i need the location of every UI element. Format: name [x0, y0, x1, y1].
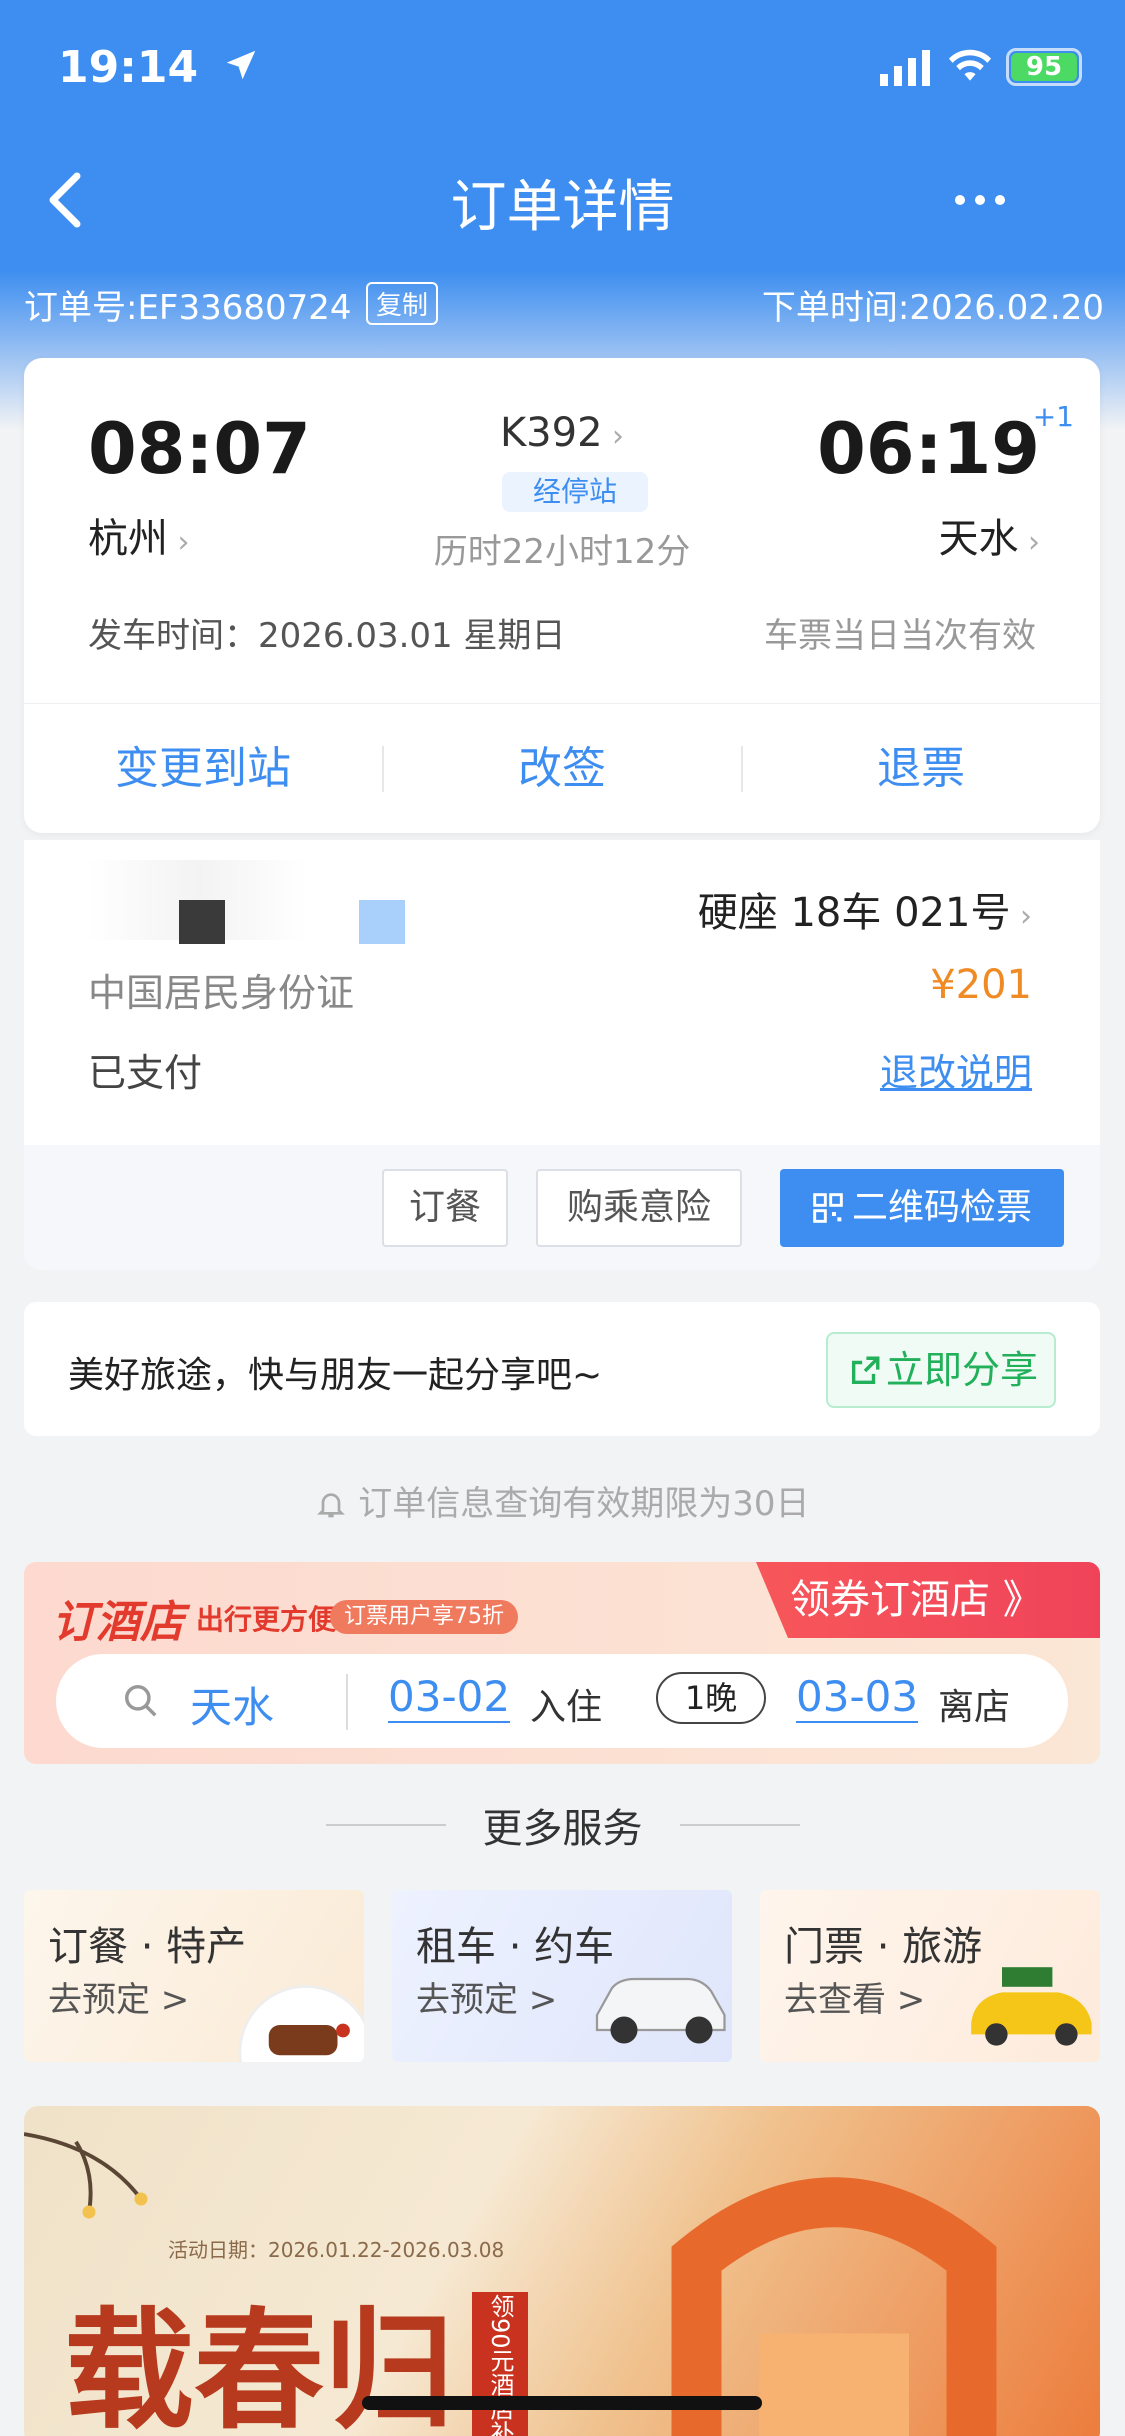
qr-check-in-label: 二维码检票 [851, 1187, 1032, 1228]
bell-icon [317, 1493, 346, 1518]
hotel-booking-widget: 订酒店 出行更方便 订票用户享75折 领券订酒店 》 天水 03-02 入住 1… [24, 1562, 1100, 1764]
share-text: 美好旅途，快与朋友一起分享吧~ [68, 1355, 603, 1396]
passenger-card: 硬座 18车 021号 › 中国居民身份证 ¥201 已支付 退改说明 订餐 购… [24, 840, 1100, 1270]
share-card: 美好旅途，快与朋友一起分享吧~ 立即分享 [24, 1302, 1100, 1436]
cellular-signal-icon [880, 50, 930, 86]
share-button-label: 立即分享 [885, 1348, 1038, 1392]
share-button[interactable]: 立即分享 [826, 1332, 1056, 1408]
hotel-slogan: 出行更方便 [196, 1603, 337, 1636]
hotel-coupon-button[interactable]: 领券订酒店 》 [756, 1562, 1100, 1638]
banner-headline: 载春归 [64, 2294, 455, 2436]
service-link: 去查看 > [784, 1980, 926, 2020]
ticket-validity: 车票当日当次有效 [764, 616, 1036, 656]
seat-info-label: 硬座 18车 021号 [697, 890, 1011, 936]
status-bar: 19:14 95 [0, 0, 1125, 130]
redacted-block [359, 900, 405, 944]
travel-car-icon [971, 1967, 1092, 2046]
divider [680, 1824, 800, 1826]
stops-button[interactable]: 经停站 [502, 472, 648, 512]
banner-date: 活动日期：2026.01.22-2026.03.08 [168, 2238, 505, 2262]
banner-tag: 领90元酒店补 [472, 2292, 528, 2436]
hotel-promo-badge: 订票用户享75折 [330, 1600, 518, 1634]
checkin-date[interactable]: 03-02 [388, 1672, 511, 1723]
query-validity-notice: 订单信息查询有效期限为30日 [0, 1476, 1125, 1525]
checkout-label: 离店 [938, 1687, 1011, 1728]
change-station-button[interactable]: 变更到站 [24, 704, 382, 834]
more-options-icon[interactable] [950, 180, 1010, 220]
buy-insurance-button[interactable]: 购乘意险 [536, 1169, 742, 1247]
chevron-right-icon: › [1010, 899, 1032, 934]
location-arrow-icon [226, 50, 256, 80]
train-number-label: K392 [499, 410, 603, 456]
refund-rules-link[interactable]: 退改说明 [880, 1042, 1032, 1097]
qr-code-icon [813, 1193, 843, 1223]
service-card-meal[interactable]: 订餐 · 特产 去预定 > [24, 1890, 364, 2062]
battery-level: 95 [1011, 53, 1077, 81]
hotel-search-bar[interactable]: 天水 03-02 入住 1晚 03-03 离店 [56, 1654, 1068, 1748]
copy-order-button[interactable]: 复制 [366, 282, 439, 325]
order-number: 订单号:EF33680724 [24, 288, 352, 328]
ticket-price: ¥201 [930, 962, 1032, 1008]
ticket-actions: 变更到站 改签 退票 [24, 703, 1100, 833]
train-number[interactable]: K392 › [24, 410, 1100, 456]
order-info-line: 订单号:EF33680724 复制 下单时间:2026.02.20 [24, 280, 1104, 330]
order-time: 下单时间:2026.02.20 [761, 288, 1104, 328]
status-time: 19:14 [58, 42, 199, 93]
chevron-right-icon: › [602, 419, 625, 454]
gate-illustration [671, 2177, 997, 2436]
notice-text: 订单信息查询有效期限为30日 [358, 1484, 810, 1524]
checkout-date[interactable]: 03-03 [796, 1672, 919, 1723]
trip-duration: 历时22小时12分 [433, 532, 691, 572]
service-card-travel[interactable]: 门票 · 旅游 去查看 > [760, 1890, 1100, 2062]
checkin-label: 入住 [530, 1687, 603, 1728]
home-indicator[interactable] [362, 2396, 762, 2410]
service-card-car[interactable]: 租车 · 约车 去预定 > [392, 1890, 732, 2062]
trip-card: 08:07 06:19 +1 杭州 › 天水 › K392 › 经停站 历时22… [24, 358, 1100, 833]
service-title: 门票 · 旅游 [784, 1924, 983, 1970]
more-services-header: 更多服务 [0, 1796, 1125, 1854]
battery-icon: 95 [1006, 48, 1082, 86]
wifi-icon [948, 49, 992, 81]
car-icon [595, 1977, 726, 2044]
divider [346, 1674, 348, 1730]
passenger-button-bar: 订餐 购乘意险 二维码检票 [24, 1145, 1100, 1270]
redacted-block [179, 900, 225, 944]
promo-banner[interactable]: 活动日期：2026.01.22-2026.03.08 载春归 领90元酒店补 [24, 2106, 1100, 2436]
order-meal-button[interactable]: 订餐 [382, 1169, 508, 1247]
qr-check-in-button[interactable]: 二维码检票 [780, 1169, 1064, 1247]
reschedule-button[interactable]: 改签 [383, 704, 741, 834]
hotel-city[interactable]: 天水 [190, 1674, 274, 1735]
seat-info[interactable]: 硬座 18车 021号 › [698, 880, 1032, 938]
payment-status: 已支付 [88, 1051, 203, 1095]
service-title: 订餐 · 特产 [48, 1924, 247, 1970]
search-icon [125, 1685, 157, 1717]
divider [326, 1824, 446, 1826]
service-link: 去预定 > [416, 1980, 558, 2020]
food-plate-icon [238, 1985, 364, 2062]
id-type: 中国居民身份证 [88, 971, 355, 1015]
refund-button[interactable]: 退票 [742, 704, 1100, 834]
departure-date: 发车时间：2026.03.01 星期日 [88, 616, 566, 656]
navigation-bar: 订单详情 [0, 150, 1125, 250]
share-icon [851, 1356, 880, 1385]
nights-badge: 1晚 [656, 1672, 766, 1724]
hotel-brand: 订酒店 [52, 1597, 184, 1648]
more-services-title: 更多服务 [482, 1806, 643, 1852]
service-link: 去预定 > [48, 1980, 190, 2020]
